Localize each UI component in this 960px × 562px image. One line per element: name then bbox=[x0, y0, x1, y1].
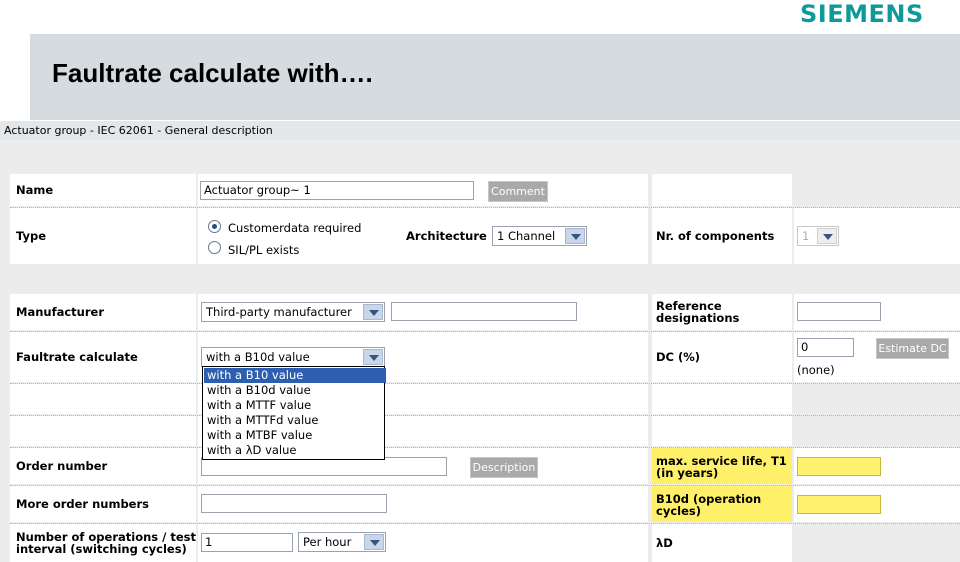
manufacturer-select-value: Third-party manufacturer bbox=[206, 305, 352, 319]
empty-cell bbox=[10, 416, 196, 446]
estimate-dc-button[interactable]: Estimate DC bbox=[876, 338, 949, 359]
window-title: Actuator group - IEC 62061 - General des… bbox=[4, 124, 273, 137]
row-divider bbox=[10, 207, 960, 208]
manufacturer-select[interactable]: Third-party manufacturer bbox=[201, 302, 385, 322]
b10d-input[interactable] bbox=[797, 495, 881, 514]
radio-sil-pl[interactable] bbox=[208, 241, 221, 254]
manufacturer-label: Manufacturer bbox=[16, 305, 104, 319]
comment-button[interactable]: Comment bbox=[488, 181, 548, 202]
more-order-label: More order numbers bbox=[16, 497, 150, 511]
nr-components-select[interactable]: 1 bbox=[797, 226, 839, 246]
radio-sil-pl-label: SIL/PL exists bbox=[228, 243, 300, 257]
siemens-logo: SIEMENS bbox=[800, 0, 924, 28]
service-life-input[interactable] bbox=[797, 457, 881, 476]
lambda-label: λD bbox=[656, 536, 673, 550]
more-order-input[interactable] bbox=[201, 494, 387, 513]
reference-input[interactable] bbox=[797, 302, 881, 321]
empty-cell bbox=[10, 384, 196, 414]
empty-cell bbox=[652, 174, 792, 206]
window-title-bar: Actuator group - IEC 62061 - General des… bbox=[0, 120, 960, 140]
chevron-down-icon[interactable] bbox=[363, 349, 383, 365]
chevron-down-icon[interactable] bbox=[364, 534, 384, 550]
faultrate-select-value: with a B10d value bbox=[206, 350, 310, 364]
b10d-label-line2: cycles) bbox=[656, 504, 701, 518]
row-divider bbox=[10, 415, 960, 416]
operations-input[interactable]: 1 bbox=[201, 533, 293, 552]
reference-label-line2: designations bbox=[656, 311, 740, 325]
chevron-down-icon[interactable] bbox=[363, 304, 383, 320]
faultrate-dropdown-list: with a B10 value with a B10d value with … bbox=[202, 366, 386, 460]
order-number-label: Order number bbox=[16, 459, 108, 473]
faultrate-label: Faultrate calculate bbox=[16, 350, 138, 364]
nr-components-value: 1 bbox=[802, 229, 810, 243]
type-label: Type bbox=[16, 229, 47, 243]
chevron-down-icon[interactable] bbox=[817, 228, 837, 244]
empty-cell bbox=[652, 416, 792, 446]
name-label: Name bbox=[16, 183, 54, 197]
operations-unit-select[interactable]: Per hour bbox=[298, 532, 386, 552]
dc-label: DC (%) bbox=[656, 350, 701, 364]
faultrate-option-mtbf[interactable]: with a MTBF value bbox=[204, 428, 386, 443]
architecture-select-value: 1 Channel bbox=[497, 229, 556, 243]
dc-note: (none) bbox=[797, 363, 835, 377]
row-divider bbox=[10, 383, 960, 384]
faultrate-option-b10d[interactable]: with a B10d value bbox=[204, 383, 386, 398]
architecture-label: Architecture bbox=[406, 229, 487, 243]
architecture-select[interactable]: 1 Channel bbox=[492, 226, 587, 246]
manufacturer-text-input[interactable] bbox=[391, 302, 577, 321]
chevron-down-icon[interactable] bbox=[565, 228, 585, 244]
radio-customerdata-label: Customerdata required bbox=[228, 221, 362, 235]
radio-customerdata[interactable] bbox=[208, 220, 221, 233]
row-divider bbox=[10, 523, 960, 524]
faultrate-option-mttfd[interactable]: with a MTTFd value bbox=[204, 413, 386, 428]
faultrate-option-b10[interactable]: with a B10 value bbox=[204, 368, 386, 383]
name-input[interactable]: Actuator group~ 1 bbox=[200, 181, 474, 200]
faultrate-select[interactable]: with a B10d value bbox=[201, 347, 385, 367]
row-divider bbox=[10, 447, 960, 448]
slide-title: Faultrate calculate with…. bbox=[52, 58, 373, 88]
lambda-label-cell bbox=[652, 524, 792, 562]
faultrate-option-mttf[interactable]: with a MTTF value bbox=[204, 398, 386, 413]
empty-cell bbox=[652, 384, 792, 414]
dc-input[interactable]: 0 bbox=[797, 338, 854, 357]
faultrate-option-lambda-d[interactable]: with a λD value bbox=[204, 443, 386, 458]
row-divider bbox=[10, 331, 960, 332]
service-life-label-line2: (in years) bbox=[656, 466, 719, 480]
row-divider bbox=[10, 485, 960, 486]
nr-components-label: Nr. of components bbox=[656, 229, 775, 243]
operations-label-line2: interval (switching cycles) bbox=[16, 542, 187, 556]
operations-unit-value: Per hour bbox=[303, 535, 352, 549]
description-button[interactable]: Description bbox=[470, 457, 538, 478]
